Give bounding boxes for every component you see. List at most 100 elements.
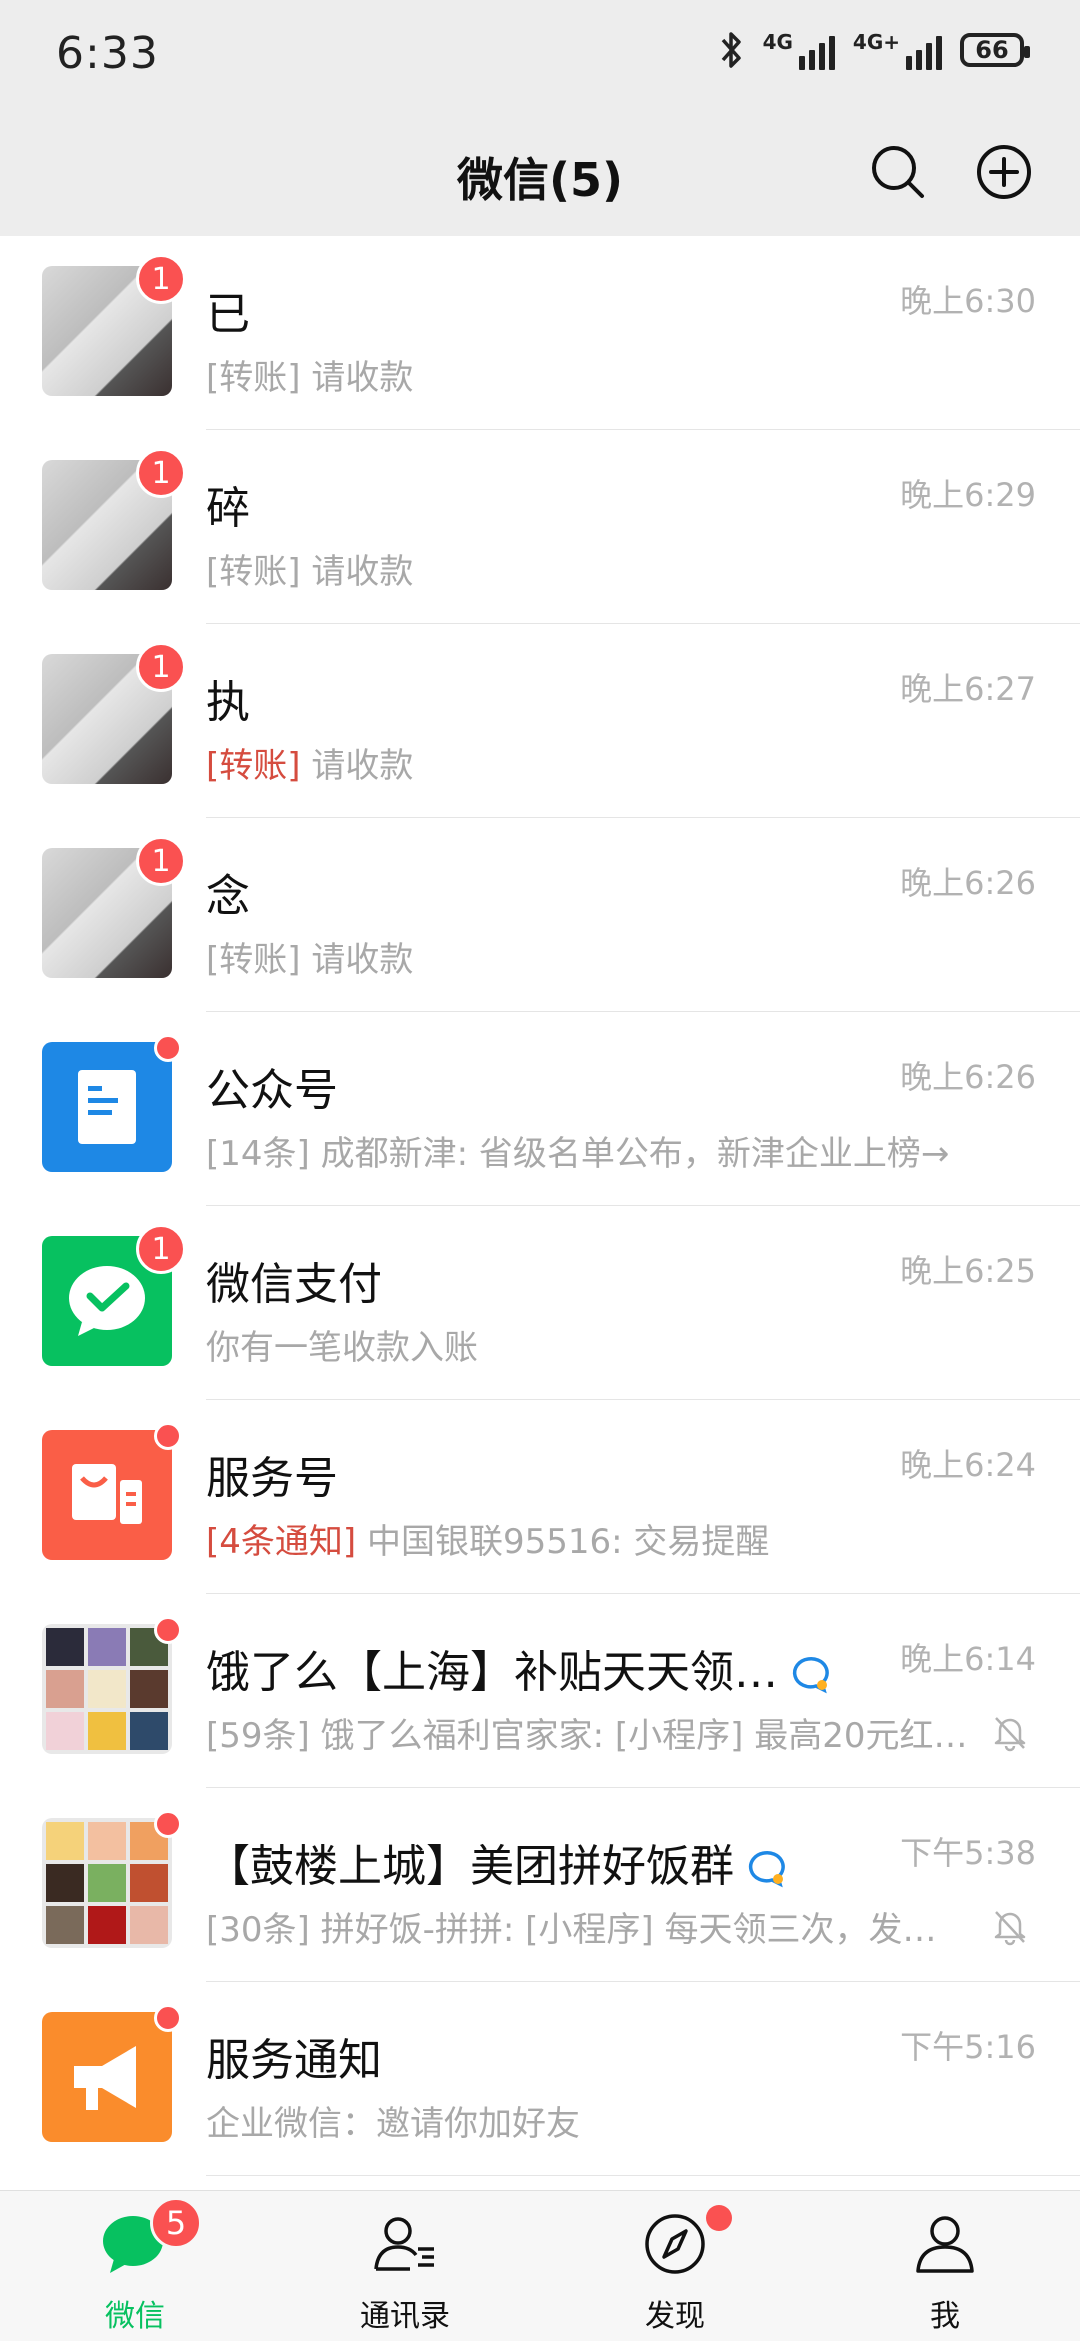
contacts-icon bbox=[374, 2217, 434, 2271]
preview-text: 饿了么福利官家家: [小程序] 最高20元红… bbox=[309, 1716, 968, 1756]
chat-row[interactable]: 【鼓楼上城】美团拼好饭群 下午5:38 [30条] 拼好饭-拼拼: [小程序] … bbox=[0, 1788, 1080, 1982]
preview-text: 成都新津: 省级名单公布，新津企业上榜→ bbox=[309, 1134, 950, 1174]
chat-time: 晚上6:25 bbox=[900, 1252, 1036, 1290]
preview-tag: [转账] bbox=[206, 358, 301, 398]
chat-row[interactable]: 1 碎 晚上6:29 [转账] 请收款 bbox=[0, 430, 1080, 624]
chat-name: 念 bbox=[206, 871, 250, 922]
chat-name: 服务号 bbox=[206, 1453, 338, 1504]
preview-text: 中国银联95516: 交易提醒 bbox=[356, 1522, 770, 1562]
network-type-2: 4G+ bbox=[852, 30, 900, 54]
avatar bbox=[42, 1034, 182, 1172]
unread-dot bbox=[154, 2004, 182, 2032]
preview-tag: [59条] bbox=[206, 1716, 310, 1756]
chat-name-text: 【鼓楼上城】美团拼好饭群 bbox=[206, 1841, 734, 1892]
chat-row[interactable]: 1 执 晚上6:27 [转账] 请收款 bbox=[0, 624, 1080, 818]
unread-dot bbox=[154, 1616, 182, 1644]
official-accounts-icon bbox=[78, 1070, 136, 1144]
tab-discover[interactable]: 发现 bbox=[540, 2191, 810, 2341]
group-chat-icon bbox=[748, 1850, 785, 1888]
unread-dot bbox=[154, 1810, 182, 1838]
chat-time: 晚上6:30 bbox=[900, 282, 1036, 320]
chat-preview: [30条] 拼好饭-拼拼: [小程序] 每天领三次，发… bbox=[206, 1902, 936, 1951]
status-time: 6:33 bbox=[56, 28, 159, 79]
chat-time: 晚上6:14 bbox=[900, 1640, 1036, 1678]
unread-dot bbox=[154, 1034, 182, 1062]
signal-icon: 4G bbox=[763, 30, 835, 70]
chat-name: 公众号 bbox=[206, 1065, 338, 1116]
chat-preview: [转账] 请收款 bbox=[206, 544, 413, 593]
chat-preview: [14条] 成都新津: 省级名单公布，新津企业上榜→ bbox=[206, 1126, 949, 1175]
tab-label: 我 bbox=[930, 2299, 960, 2334]
chat-row[interactable]: 1 已 晚上6:30 [转账] 请收款 bbox=[0, 236, 1080, 430]
chat-time: 晚上6:26 bbox=[900, 1058, 1036, 1096]
battery-level: 66 bbox=[975, 36, 1009, 64]
group-avatar-icon-2 bbox=[46, 1822, 168, 1944]
avatar bbox=[42, 1616, 182, 1754]
avatar: 1 bbox=[42, 642, 186, 784]
chat-name: 【鼓楼上城】美团拼好饭群 bbox=[206, 1830, 790, 1894]
chat-time: 下午5:16 bbox=[900, 2028, 1036, 2066]
compass-icon bbox=[645, 2214, 705, 2274]
preview-tag: [14条] bbox=[206, 1134, 310, 1174]
avatar: 1 bbox=[42, 448, 186, 590]
avatar: 1 bbox=[42, 1224, 186, 1366]
chat-time: 晚上6:29 bbox=[900, 476, 1036, 514]
avatar bbox=[42, 2004, 182, 2142]
preview-text: 企业微信：邀请你加好友 bbox=[206, 2104, 580, 2144]
chat-name: 饿了么【上海】补贴天天领… bbox=[206, 1636, 834, 1700]
chat-row[interactable]: 饿了么【上海】补贴天天领… 晚上6:14 [59条] 饿了么福利官家家: [小程… bbox=[0, 1594, 1080, 1788]
chat-name: 已 bbox=[206, 289, 250, 340]
chat-name: 执 bbox=[206, 677, 250, 728]
chat-time: 晚上6:27 bbox=[900, 670, 1036, 708]
add-icon[interactable] bbox=[974, 142, 1034, 202]
tab-unread-dot bbox=[706, 2205, 732, 2231]
avatar bbox=[42, 1422, 182, 1560]
bottom-tab-bar: 5 微信 通讯录 发现 我 bbox=[0, 2190, 1080, 2341]
tab-me[interactable]: 我 bbox=[810, 2191, 1080, 2341]
preview-text: 请收款 bbox=[300, 746, 414, 786]
chat-row[interactable]: 公众号 晚上6:26 [14条] 成都新津: 省级名单公布，新津企业上榜→ bbox=[0, 1012, 1080, 1206]
preview-text: 你有一笔收款入账 bbox=[206, 1328, 478, 1368]
group-chat-icon bbox=[792, 1656, 829, 1694]
chat-time: 下午5:38 bbox=[900, 1834, 1036, 1872]
network-type-1: 4G bbox=[762, 30, 793, 54]
chat-time: 晚上6:26 bbox=[900, 864, 1036, 902]
chat-preview: 你有一笔收款入账 bbox=[206, 1320, 478, 1369]
battery-icon: 66 bbox=[960, 33, 1030, 67]
divider bbox=[206, 2175, 1080, 2176]
preview-tag: [4条通知] bbox=[206, 1522, 357, 1562]
chat-row[interactable]: 1 微信支付 晚上6:25 你有一笔收款入账 bbox=[0, 1206, 1080, 1400]
person-icon bbox=[916, 2216, 974, 2273]
chat-time: 晚上6:24 bbox=[900, 1446, 1036, 1484]
preview-tag: [30条] bbox=[206, 1910, 310, 1950]
tab-unread-badge: 5 bbox=[150, 2197, 202, 2249]
tab-label: 发现 bbox=[645, 2299, 705, 2334]
unread-dot bbox=[154, 1422, 182, 1450]
chat-row[interactable]: 服务号 晚上6:24 [4条通知] 中国银联95516: 交易提醒 bbox=[0, 1400, 1080, 1594]
group-avatar-icon bbox=[46, 1628, 168, 1750]
avatar bbox=[42, 1810, 182, 1948]
chat-preview: 企业微信：邀请你加好友 bbox=[206, 2096, 580, 2145]
megaphone-icon bbox=[74, 2046, 136, 2110]
preview-text: 请收款 bbox=[300, 358, 414, 398]
chat-row[interactable]: 1 念 晚上6:26 [转账] 请收款 bbox=[0, 818, 1080, 1012]
unread-badge: 1 bbox=[136, 836, 186, 886]
preview-tag: [转账] bbox=[206, 746, 301, 786]
avatar: 1 bbox=[42, 254, 186, 396]
service-account-icon bbox=[72, 1464, 142, 1524]
preview-text: 请收款 bbox=[300, 552, 414, 592]
status-bar: 6:33 4G 4G+ 66 bbox=[0, 0, 1080, 110]
preview-text: 拼好饭-拼拼: [小程序] 每天领三次，发… bbox=[309, 1910, 937, 1950]
chat-row[interactable]: 服务通知 下午5:16 企业微信：邀请你加好友 bbox=[0, 1982, 1080, 2176]
search-icon[interactable] bbox=[868, 142, 928, 202]
tab-contacts[interactable]: 通讯录 bbox=[270, 2191, 540, 2341]
unread-badge: 1 bbox=[136, 254, 186, 304]
chat-preview: [转账] 请收款 bbox=[206, 350, 413, 399]
bluetooth-icon bbox=[721, 32, 741, 68]
chat-name-text: 饿了么【上海】补贴天天领… bbox=[206, 1647, 778, 1698]
tab-chats[interactable]: 5 微信 bbox=[0, 2191, 270, 2341]
top-header: 微信(5) bbox=[0, 110, 1080, 236]
chat-name: 微信支付 bbox=[206, 1259, 382, 1310]
chat-preview: [转账] 请收款 bbox=[206, 738, 413, 787]
unread-badge: 1 bbox=[136, 1224, 186, 1274]
